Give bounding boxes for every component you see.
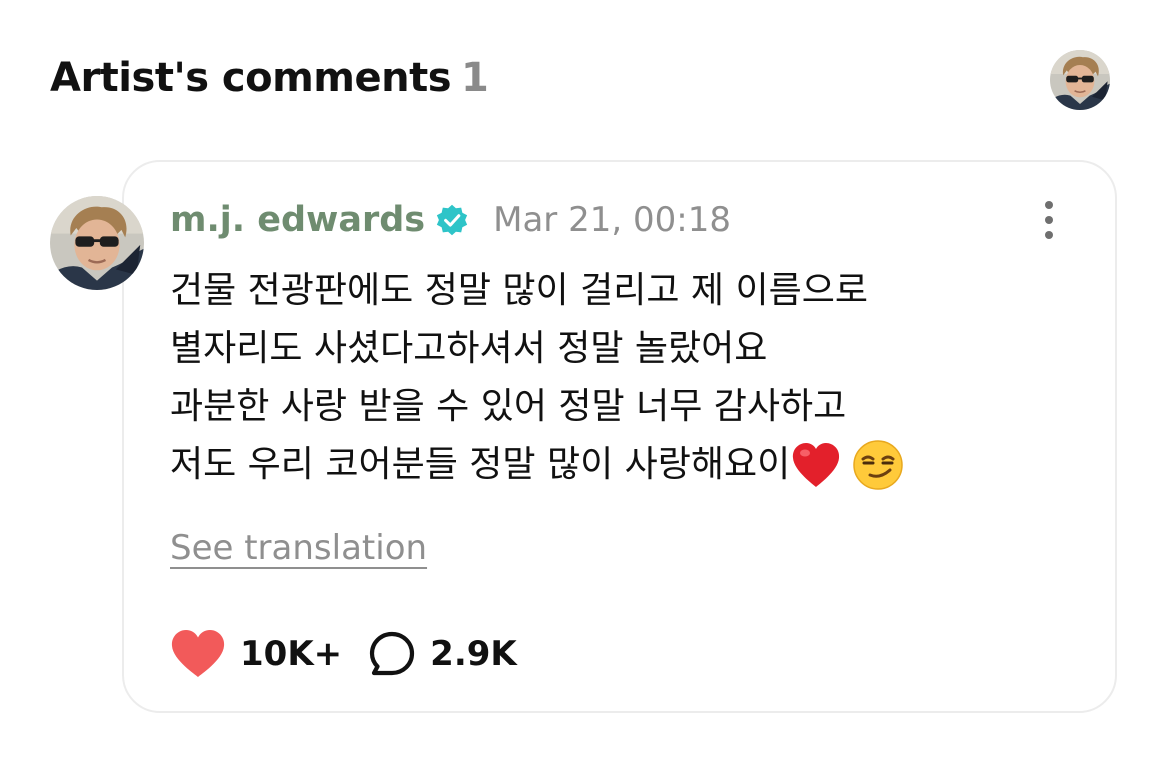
header-avatar[interactable] xyxy=(1050,50,1110,110)
section-title: Artist's comments 1 xyxy=(50,55,489,101)
see-translation-link[interactable]: See translation xyxy=(170,528,427,568)
comment-meta: m.j. edwards Mar 21, 00:18 xyxy=(170,198,731,242)
reply-button[interactable]: 2.9K xyxy=(368,630,517,678)
red-heart-emoji xyxy=(790,441,842,489)
heart-icon xyxy=(170,629,226,679)
comment-bubble-icon xyxy=(368,630,416,678)
more-vertical-icon xyxy=(1045,201,1053,239)
comment-line: 과분한 사랑 받을 수 있어 정말 너무 감사하고 xyxy=(170,386,847,427)
comment-count-value: 2.9K xyxy=(430,634,517,674)
comment-line: 별자리도 사셨다고하셔서 정말 놀랐어요 xyxy=(170,328,768,369)
author-name[interactable]: m.j. edwards xyxy=(170,200,425,240)
more-options-button[interactable] xyxy=(1034,200,1064,240)
comment-timestamp: Mar 21, 00:18 xyxy=(493,200,731,240)
author-avatar[interactable] xyxy=(50,196,144,290)
like-count: 10K+ xyxy=(240,634,343,674)
like-button[interactable]: 10K+ xyxy=(170,629,342,679)
comment-line-last: 저도 우리 코어분들 정말 많이 사랑해요이 xyxy=(170,436,1070,494)
verified-badge-icon xyxy=(425,203,469,237)
comment-count: 1 xyxy=(461,55,489,101)
smirking-face-emoji xyxy=(852,439,904,491)
comment-actions: 10K+ 2.9K xyxy=(170,626,517,682)
section-title-text: Artist's comments xyxy=(50,55,452,101)
comment-line-text: 저도 우리 코어분들 정말 많이 사랑해요이 xyxy=(170,444,791,485)
comment-line: 건물 전광판에도 정말 많이 걸리고 제 이름으로 xyxy=(170,270,868,311)
artist-comments-page: Artist's comments 1 m.j. edwards Mar 21,… xyxy=(0,0,1169,765)
comment-body: 건물 전광판에도 정말 많이 걸리고 제 이름으로 별자리도 사셨다고하셔서 정… xyxy=(170,262,1070,494)
